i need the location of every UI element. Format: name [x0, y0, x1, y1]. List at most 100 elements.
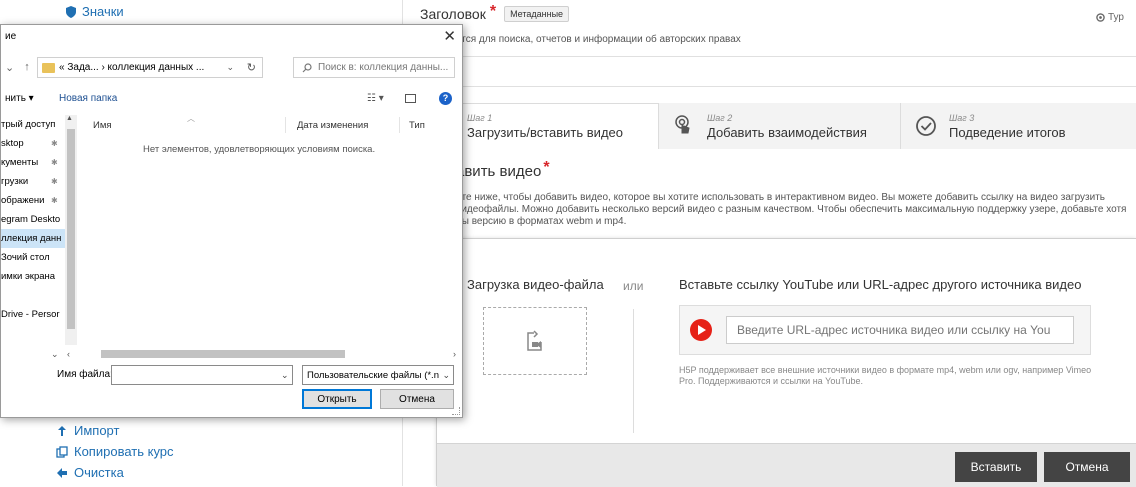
- step-name: Подведение итогов: [949, 124, 1066, 140]
- file-name-input[interactable]: [111, 365, 293, 385]
- copy-icon: [56, 445, 68, 458]
- required-mark: *: [489, 3, 497, 20]
- nav-pane-item[interactable]: трый доступ: [1, 115, 65, 134]
- close-icon[interactable]: ✕: [443, 27, 456, 45]
- nav-badges-label: Значки: [82, 4, 124, 19]
- nav-pane-item-label: кументы: [1, 157, 39, 168]
- chevron-right-icon[interactable]: ›: [453, 349, 456, 359]
- help-icon[interactable]: ?: [439, 91, 452, 105]
- file-type-select[interactable]: Пользовательские файлы (*.n ⌄: [302, 365, 454, 385]
- chevron-down-icon: ⌄: [442, 369, 450, 380]
- nav-pane-item[interactable]: sktop ✱: [1, 134, 65, 153]
- url-input-wrap: [679, 305, 1091, 355]
- video-upload-panel: Загрузка видео-файла или Вставьте ссылку…: [436, 238, 1136, 487]
- upload-file-title: Загрузка видео-файла: [467, 277, 604, 292]
- column-date[interactable]: Дата изменения: [297, 120, 368, 131]
- nav-pane-item[interactable]: имки экрана: [1, 267, 65, 286]
- step-tabs: Шаг 1 Загрузить/вставить видео Шаг 2 Доб…: [456, 103, 1136, 149]
- new-folder-button[interactable]: Новая папка: [59, 93, 117, 104]
- dialog-toolbar: нить ▾ Новая папка ☷ ▾ ?: [1, 87, 464, 109]
- address-path: « Зада... › коллекция данных ...: [59, 62, 205, 73]
- tour-button[interactable]: Тур: [1096, 12, 1124, 23]
- step-number: Шаг 2: [707, 112, 733, 123]
- address-bar[interactable]: « Зада... › коллекция данных ... ⌄ ↻: [37, 57, 263, 78]
- nav-badges-link[interactable]: Значки: [66, 4, 124, 19]
- section-description: ите ниже, чтобы добавить видео, которое …: [456, 192, 1127, 227]
- metadata-button[interactable]: Метаданные: [504, 6, 570, 22]
- open-button[interactable]: Открыть: [302, 389, 372, 409]
- nav-copy-course-link[interactable]: Копировать курс: [56, 441, 174, 462]
- address-row: ⌄ ↑ « Зада... › коллекция данных ... ⌄ ↻…: [1, 53, 464, 81]
- url-section-title: Вставьте ссылку YouTube или URL-адрес др…: [679, 277, 1082, 292]
- pin-icon: ✱: [51, 158, 58, 167]
- view-options-icon[interactable]: ☷ ▾: [367, 93, 384, 104]
- section-title-text: авить видео: [456, 163, 542, 180]
- or-label: или: [623, 279, 644, 293]
- horizontal-scrollbar[interactable]: ⌄ ‹ ›: [1, 347, 464, 361]
- nav-reset-label: Очистка: [74, 465, 124, 480]
- column-divider[interactable]: [399, 117, 400, 133]
- organize-menu[interactable]: нить ▾: [5, 93, 34, 104]
- nav-copy-course-label: Копировать курс: [74, 444, 174, 459]
- nav-pane-item-label: Drive - Persor: [1, 309, 60, 320]
- arrow-up-icon[interactable]: ↑: [24, 61, 30, 74]
- video-upload-icon: [527, 330, 542, 351]
- search-icon: [302, 62, 312, 72]
- file-type-value: Пользовательские файлы (*.n: [307, 369, 439, 381]
- section-title: авить видео *: [456, 160, 550, 181]
- nav-pane-item[interactable]: грузки ✱: [1, 172, 65, 191]
- navigation-pane: трый доступ sktop ✱ кументы ✱ грузки ✱ ображени…: [1, 115, 65, 345]
- upload-divider: [633, 309, 634, 433]
- chevron-left-icon[interactable]: ‹: [67, 349, 70, 359]
- nav-pane-item[interactable]: egram Deskto: [1, 210, 65, 229]
- nav-pane-item[interactable]: [1, 324, 65, 343]
- cancel-button[interactable]: Отмена: [1044, 452, 1130, 482]
- column-type[interactable]: Тип: [409, 120, 425, 131]
- youtube-play-icon: [690, 319, 712, 341]
- refresh-icon[interactable]: ↻: [247, 61, 256, 74]
- nav-reset-link[interactable]: Очистка: [56, 462, 174, 483]
- nav-import-label: Импорт: [74, 423, 120, 438]
- dialog-search-input[interactable]: Поиск в: коллекция данны...: [293, 57, 455, 78]
- nav-pane-scrollbar[interactable]: ▲: [65, 115, 77, 345]
- divider: [410, 56, 1136, 57]
- step-number: Шаг 3: [949, 112, 975, 123]
- sort-chevron-icon: ︿: [187, 114, 195, 123]
- chevron-down-icon[interactable]: ⌄: [226, 62, 234, 73]
- settings-icon: [1096, 13, 1105, 22]
- file-name-label: Имя файла:: [57, 369, 113, 380]
- scrollbar-thumb[interactable]: [67, 129, 75, 329]
- check-circle-icon: [916, 116, 936, 136]
- empty-message: Нет элементов, удовлетворяющих условиям …: [143, 144, 376, 155]
- chevron-up-icon[interactable]: ▲: [66, 115, 73, 122]
- column-name[interactable]: Имя: [93, 120, 112, 131]
- nav-import-link[interactable]: Импорт: [56, 420, 174, 441]
- nav-arrows: ⌄ ↑: [5, 61, 30, 74]
- resize-grip[interactable]: [452, 407, 460, 415]
- nav-pane-item-label: имки экрана: [1, 271, 56, 282]
- file-dropzone[interactable]: [483, 307, 587, 375]
- tab-step-2[interactable]: Шаг 2 Добавить взаимодействия: [658, 103, 900, 149]
- dialog-cancel-button[interactable]: Отмена: [380, 389, 454, 409]
- chevron-down-icon[interactable]: ⌄: [5, 61, 14, 74]
- video-url-input[interactable]: [726, 316, 1074, 344]
- insert-button[interactable]: Вставить: [955, 452, 1037, 482]
- tab-step-1[interactable]: Шаг 1 Загрузить/вставить видео: [456, 103, 658, 149]
- nav-pane-item[interactable]: [1, 286, 65, 305]
- nav-pane-item[interactable]: Drive - Persor: [1, 305, 65, 324]
- scrollbar-thumb[interactable]: [101, 350, 345, 358]
- nav-pane-item-label: трый доступ: [1, 119, 56, 130]
- chevron-down-icon[interactable]: ⌄: [51, 349, 59, 360]
- nav-pane-item[interactable]: компьютер: [1, 343, 65, 345]
- preview-pane-icon[interactable]: [405, 93, 416, 103]
- column-divider[interactable]: [285, 117, 286, 133]
- nav-pane-item[interactable]: Зочий стол: [1, 248, 65, 267]
- nav-pane-item[interactable]: ллекция данн: [1, 229, 65, 248]
- nav-pane-item[interactable]: кументы ✱: [1, 153, 65, 172]
- dialog-buttons: Открыть Отмена: [1, 389, 464, 411]
- nav-pane-item-label: ллекция данн: [1, 233, 62, 244]
- tab-step-3[interactable]: Шаг 3 Подведение итогов: [900, 103, 1136, 149]
- chevron-down-icon[interactable]: ⌄: [281, 370, 289, 381]
- nav-pane-item[interactable]: ображени ✱: [1, 191, 65, 210]
- arrow-left-icon: [57, 467, 67, 478]
